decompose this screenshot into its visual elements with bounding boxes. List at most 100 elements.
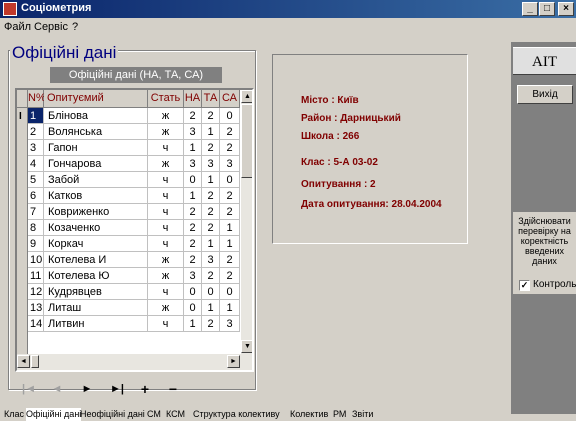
cell-name[interactable]: Забой — [44, 172, 148, 188]
cell-na[interactable]: 0 — [184, 300, 202, 316]
cell-num[interactable]: 8 — [28, 220, 44, 236]
scroll-right-button[interactable]: ► — [227, 355, 240, 368]
cell-ca[interactable]: 2 — [220, 268, 240, 284]
col-header-num[interactable]: N% — [28, 90, 46, 108]
scroll-down-button[interactable]: ▼ — [241, 340, 252, 353]
tab-class[interactable]: Клас — [4, 408, 24, 421]
table-row[interactable]: 12 Кудрявцев ч 0 0 0 — [28, 284, 240, 300]
cell-ta[interactable]: 2 — [202, 140, 220, 156]
cell-ta[interactable]: 3 — [202, 252, 220, 268]
horizontal-scroll-thumb[interactable] — [31, 355, 39, 368]
nav-delete-button[interactable]: − — [162, 380, 184, 398]
cell-ca[interactable]: 1 — [220, 300, 240, 316]
cell-num[interactable]: 5 — [28, 172, 44, 188]
col-header-na[interactable]: НА — [184, 90, 202, 108]
cell-sex[interactable]: ж — [148, 124, 184, 140]
cell-name[interactable]: Волянська — [44, 124, 148, 140]
table-row[interactable]: 1 Блінова ж 2 2 0 — [28, 108, 240, 124]
table-row[interactable]: 2 Волянська ж 3 1 2 — [28, 124, 240, 140]
cell-sex[interactable]: ж — [148, 268, 184, 284]
cell-num[interactable]: 13 — [28, 300, 44, 316]
table-row[interactable]: 6 Катков ч 1 2 2 — [28, 188, 240, 204]
cell-ta[interactable]: 3 — [202, 156, 220, 172]
cell-num[interactable]: 12 — [28, 284, 44, 300]
table-row[interactable]: 4 Гончарова ж 3 3 3 — [28, 156, 240, 172]
cell-na[interactable]: 3 — [184, 268, 202, 284]
cell-num[interactable]: 6 — [28, 188, 44, 204]
cell-num[interactable]: 10 — [28, 252, 44, 268]
cell-na[interactable]: 2 — [184, 252, 202, 268]
cell-ta[interactable]: 2 — [202, 220, 220, 236]
cell-na[interactable]: 3 — [184, 156, 202, 172]
cell-sex[interactable]: ж — [148, 156, 184, 172]
col-header-ta[interactable]: ТА — [202, 90, 220, 108]
tab-structure[interactable]: Структура колективу — [193, 408, 280, 421]
cell-num[interactable]: 2 — [28, 124, 44, 140]
tab-ksm[interactable]: КСМ — [166, 408, 185, 421]
cell-na[interactable]: 1 — [184, 140, 202, 156]
cell-num[interactable]: 1 — [28, 108, 44, 124]
menu-help[interactable]: ? — [72, 21, 78, 33]
cell-ca[interactable]: 2 — [220, 252, 240, 268]
cell-ca[interactable]: 0 — [220, 108, 240, 124]
table-row[interactable]: 8 Козаченко ч 2 2 1 — [28, 220, 240, 236]
cell-sex[interactable]: ч — [148, 140, 184, 156]
col-header-name[interactable]: Опитуємий — [44, 90, 148, 108]
cell-num[interactable]: 7 — [28, 204, 44, 220]
tab-unofficial-data[interactable]: Неофіційні дані — [80, 408, 145, 421]
cell-ta[interactable]: 2 — [202, 268, 220, 284]
cell-sex[interactable]: ж — [148, 300, 184, 316]
menu-service[interactable]: Сервіс — [34, 21, 68, 33]
cell-ca[interactable]: 1 — [220, 236, 240, 252]
cell-ta[interactable]: 1 — [202, 236, 220, 252]
cell-name[interactable]: Литвин — [44, 316, 148, 332]
table-row[interactable]: 3 Гапон ч 1 2 2 — [28, 140, 240, 156]
col-header-ca[interactable]: СА — [220, 90, 240, 108]
cell-name[interactable]: Котелева И — [44, 252, 148, 268]
nav-prior-button[interactable]: ◄ — [46, 380, 68, 398]
vertical-scroll-thumb[interactable] — [241, 104, 252, 178]
scroll-left-button[interactable]: ◄ — [17, 355, 30, 368]
cell-ca[interactable]: 2 — [220, 204, 240, 220]
tab-collective[interactable]: Колектив — [290, 408, 328, 421]
cell-ca[interactable]: 3 — [220, 156, 240, 172]
menu-file[interactable]: Файл — [4, 21, 31, 33]
cell-ta[interactable]: 1 — [202, 300, 220, 316]
table-row[interactable]: 11 Котелева Юж322 — [28, 268, 240, 284]
control-checkbox[interactable]: ✓ — [519, 280, 530, 291]
cell-ca[interactable]: 3 — [220, 316, 240, 332]
cell-name[interactable]: Блінова — [44, 108, 148, 124]
cell-ta[interactable]: 0 — [202, 284, 220, 300]
cell-na[interactable]: 2 — [184, 108, 202, 124]
cell-name[interactable]: Ковриженко — [44, 204, 148, 220]
cell-ta[interactable]: 1 — [202, 124, 220, 140]
cell-ta[interactable]: 1 — [202, 172, 220, 188]
cell-name[interactable]: Коркач — [44, 236, 148, 252]
cell-sex[interactable]: ж — [148, 108, 184, 124]
close-button[interactable]: × — [558, 2, 574, 16]
cell-sex[interactable]: ч — [148, 172, 184, 188]
nav-first-button[interactable]: |◄ — [18, 380, 40, 398]
cell-ca[interactable]: 2 — [220, 124, 240, 140]
cell-na[interactable]: 1 — [184, 316, 202, 332]
tab-official-data[interactable]: Офіційні дані — [26, 408, 82, 421]
nav-insert-button[interactable]: + — [134, 380, 156, 398]
cell-num[interactable]: 14 — [28, 316, 44, 332]
scroll-up-button[interactable]: ▲ — [241, 90, 252, 103]
cell-ta[interactable]: 2 — [202, 316, 220, 332]
cell-na[interactable]: 1 — [184, 188, 202, 204]
cell-ta[interactable]: 2 — [202, 188, 220, 204]
table-row[interactable]: 7 Ковриженко ч 2 2 2 — [28, 204, 240, 220]
cell-name[interactable]: Катков — [44, 188, 148, 204]
minimize-button[interactable]: _ — [522, 2, 538, 16]
cell-num[interactable]: 3 — [28, 140, 44, 156]
tab-reports[interactable]: Звіти — [352, 408, 373, 421]
cell-sex[interactable]: ж — [148, 252, 184, 268]
cell-sex[interactable]: ч — [148, 284, 184, 300]
table-row[interactable]: 9 Коркач ч 2 1 1 — [28, 236, 240, 252]
cell-ta[interactable]: 2 — [202, 204, 220, 220]
table-row[interactable]: 5 Забой ч 0 1 0 — [28, 172, 240, 188]
cell-na[interactable]: 2 — [184, 236, 202, 252]
horizontal-scrollbar[interactable]: ◄ ► — [17, 354, 252, 370]
cell-sex[interactable]: ч — [148, 188, 184, 204]
